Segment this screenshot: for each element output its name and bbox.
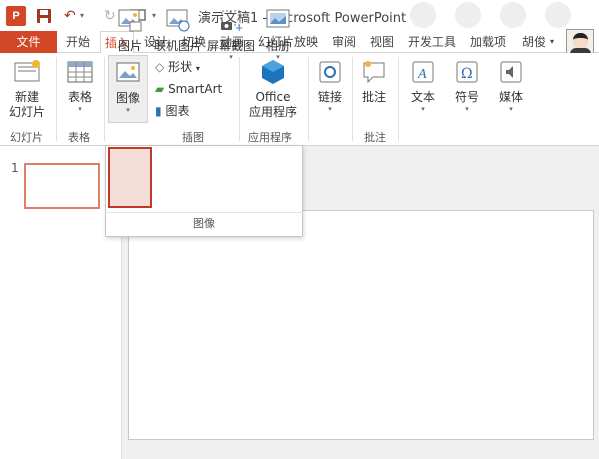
new-slide-icon <box>14 60 40 82</box>
comment-icon <box>363 61 385 84</box>
group-label-tables: 表格 <box>68 131 90 144</box>
online-pictures-button[interactable]: 联机图片 <box>153 4 203 53</box>
image-icon <box>116 62 140 82</box>
group-label-comments: 批注 <box>364 131 386 144</box>
speaker-icon <box>500 61 522 83</box>
powerpoint-app-icon[interactable]: P <box>6 6 26 26</box>
ribbon-tab-row: 文件 开始 插入 设计 切换 动画 幻灯片放映 审阅 视图 开发工具 加载项 胡… <box>0 31 599 54</box>
table-icon <box>67 61 93 83</box>
image-button[interactable]: 图像 ▾ <box>108 55 148 123</box>
group-label-slides: 幻灯片 <box>10 131 43 144</box>
decorative-skull-icon <box>545 2 571 28</box>
slide-thumbnail[interactable] <box>24 163 100 209</box>
omega-icon: Ω <box>456 61 478 83</box>
shapes-icon: ◇ <box>155 60 165 74</box>
screenshot-icon: + <box>221 10 243 34</box>
chart-icon: ▮ <box>155 104 162 118</box>
photo-album-icon <box>266 9 290 28</box>
picture-icon <box>118 9 142 32</box>
link-icon <box>319 61 341 83</box>
tab-view[interactable]: 视图 <box>370 31 394 53</box>
avatar[interactable] <box>566 29 594 55</box>
text-icon: A <box>412 61 434 83</box>
decorative-skull-icon <box>410 2 436 28</box>
user-dropdown-icon[interactable]: ▾ <box>550 31 554 53</box>
ribbon-insert: 新建 幻灯片 幻灯片 表格 ▾ 表格 图像 ▾ ◇ 形状 ▾ ▰ SmartAr… <box>0 53 599 146</box>
slide-canvas[interactable] <box>128 210 594 440</box>
svg-text:A: A <box>417 67 427 82</box>
photo-album-button[interactable]: 相册 ▾ <box>258 4 298 61</box>
smartart-button[interactable]: ▰ SmartArt <box>155 80 222 98</box>
decorative-skull-icon <box>500 2 526 28</box>
user-name[interactable]: 胡俊 <box>522 31 546 53</box>
title-bar: P ↶ ▾ ↻ ▾ 演示文稿1 - Microsoft PowerPoint <box>0 0 599 31</box>
picture-button-highlight <box>108 147 152 208</box>
online-pictures-icon <box>166 9 190 32</box>
office-store-icon <box>262 60 284 84</box>
dropdown-group-label: 图像 <box>193 217 215 230</box>
symbol-button[interactable]: Ω 符号 ▾ <box>448 57 486 114</box>
new-slide-button[interactable]: 新建 幻灯片 <box>3 57 51 120</box>
text-button[interactable]: A 文本 ▾ <box>403 57 443 114</box>
tab-file[interactable]: 文件 <box>0 31 57 53</box>
svg-text:+: + <box>235 23 243 34</box>
save-icon[interactable] <box>36 5 52 27</box>
undo-dropdown-icon[interactable]: ▾ <box>80 5 84 27</box>
tab-home[interactable]: 开始 <box>66 31 90 53</box>
media-button[interactable]: 媒体 ▾ <box>491 57 531 114</box>
picture-button[interactable]: 图片 <box>110 4 150 53</box>
svg-text:Ω: Ω <box>461 66 473 82</box>
slide-number: 1 <box>11 161 19 175</box>
tab-addins[interactable]: 加载项 <box>470 31 506 53</box>
tab-developer[interactable]: 开发工具 <box>408 31 456 53</box>
shapes-button[interactable]: ◇ 形状 ▾ <box>155 58 200 76</box>
link-button[interactable]: 链接 ▾ <box>312 57 348 114</box>
decorative-skull-icon <box>455 2 481 28</box>
table-button[interactable]: 表格 ▾ <box>61 57 99 114</box>
group-label-illustrations: 插图 <box>182 131 204 144</box>
group-label-apps: 应用程序 <box>248 131 292 144</box>
chart-button[interactable]: ▮ 图表 <box>155 102 189 120</box>
smartart-icon: ▰ <box>155 82 165 96</box>
screenshot-button[interactable]: + 屏幕截图 ▾ <box>205 4 257 61</box>
undo-icon[interactable]: ↶ <box>64 5 76 27</box>
tab-review[interactable]: 审阅 <box>332 31 356 53</box>
comment-button[interactable]: 批注 <box>356 57 392 105</box>
office-apps-button[interactable]: Office 应用程序 <box>242 57 304 120</box>
